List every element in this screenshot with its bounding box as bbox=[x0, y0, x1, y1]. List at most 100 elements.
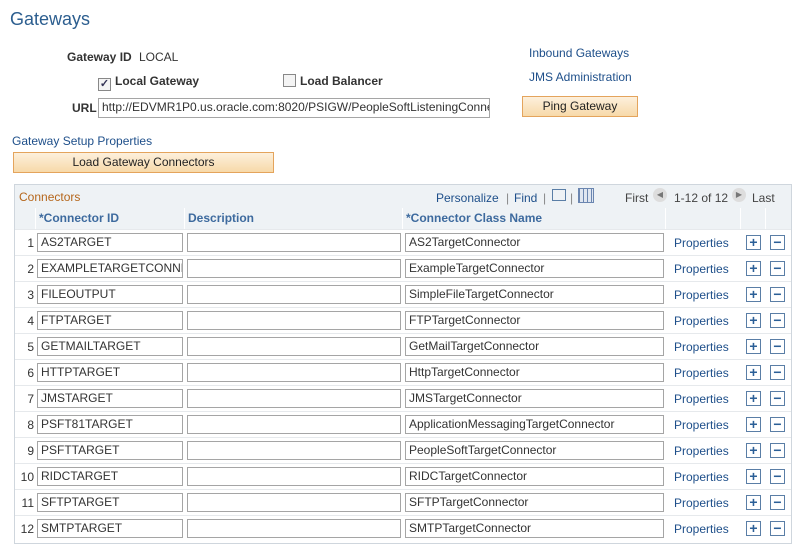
description-input[interactable] bbox=[187, 493, 401, 512]
properties-link[interactable]: Properties bbox=[674, 496, 729, 510]
connector-class-input[interactable]: SimpleFileTargetConnector bbox=[405, 285, 664, 304]
ping-gateway-button[interactable]: Ping Gateway bbox=[522, 96, 638, 117]
table-row: 5 GETMAILTARGET GetMailTargetConnector P… bbox=[15, 333, 791, 360]
connector-id-input[interactable]: JMSTARGET bbox=[37, 389, 183, 408]
delete-row-icon[interactable]: − bbox=[770, 521, 785, 536]
add-row-icon[interactable]: + bbox=[746, 521, 761, 536]
load-balancer-label: Load Balancer bbox=[300, 74, 383, 88]
connector-id-input[interactable]: EXAMPLETARGETCONNECTOR bbox=[37, 259, 183, 278]
description-input[interactable] bbox=[187, 259, 401, 278]
delete-row-icon[interactable]: − bbox=[770, 365, 785, 380]
description-input[interactable] bbox=[187, 389, 401, 408]
description-input[interactable] bbox=[187, 519, 401, 538]
properties-link[interactable]: Properties bbox=[674, 340, 729, 354]
delete-row-icon[interactable]: − bbox=[770, 443, 785, 458]
add-row-icon[interactable]: + bbox=[746, 443, 761, 458]
connector-id-input[interactable]: RIDCTARGET bbox=[37, 467, 183, 486]
row-number: 4 bbox=[27, 314, 34, 328]
connector-class-input[interactable]: PeopleSoftTargetConnector bbox=[405, 441, 664, 460]
description-input[interactable] bbox=[187, 311, 401, 330]
delete-row-icon[interactable]: − bbox=[770, 469, 785, 484]
properties-link[interactable]: Properties bbox=[674, 262, 729, 276]
column-add bbox=[740, 208, 765, 229]
delete-row-icon[interactable]: − bbox=[770, 495, 785, 510]
connector-id-input[interactable]: PSFT81TARGET bbox=[37, 415, 183, 434]
delete-row-icon[interactable]: − bbox=[770, 313, 785, 328]
add-row-icon[interactable]: + bbox=[746, 313, 761, 328]
add-row-icon[interactable]: + bbox=[746, 417, 761, 432]
delete-row-icon[interactable]: − bbox=[770, 391, 785, 406]
connector-class-input[interactable]: SFTPTargetConnector bbox=[405, 493, 664, 512]
description-input[interactable] bbox=[187, 285, 401, 304]
row-number: 12 bbox=[20, 522, 34, 536]
connector-class-input[interactable]: RIDCTargetConnector bbox=[405, 467, 664, 486]
connector-id-input[interactable]: GETMAILTARGET bbox=[37, 337, 183, 356]
connector-class-input[interactable]: ApplicationMessagingTargetConnector bbox=[405, 415, 664, 434]
delete-row-icon[interactable]: − bbox=[770, 261, 785, 276]
connector-class-input[interactable]: JMSTargetConnector bbox=[405, 389, 664, 408]
connector-id-input[interactable]: PSFTTARGET bbox=[37, 441, 183, 460]
connector-id-input[interactable]: SMTPTARGET bbox=[37, 519, 183, 538]
description-input[interactable] bbox=[187, 415, 401, 434]
load-balancer-checkbox[interactable]: Load Balancer bbox=[283, 74, 383, 88]
description-input[interactable] bbox=[187, 233, 401, 252]
delete-row-icon[interactable]: − bbox=[770, 235, 785, 250]
view-all-icon[interactable] bbox=[552, 189, 566, 201]
url-input[interactable]: http://EDVMR1P0.us.oracle.com:8020/PSIGW… bbox=[98, 98, 490, 118]
description-input[interactable] bbox=[187, 363, 401, 382]
add-row-icon[interactable]: + bbox=[746, 261, 761, 276]
connector-class-input[interactable]: SMTPTargetConnector bbox=[405, 519, 664, 538]
properties-link[interactable]: Properties bbox=[674, 314, 729, 328]
jms-administration-link[interactable]: JMS Administration bbox=[529, 70, 632, 84]
properties-link[interactable]: Properties bbox=[674, 392, 729, 406]
url-label: URL bbox=[72, 101, 97, 115]
table-row: 7 JMSTARGET JMSTargetConnector Propertie… bbox=[15, 385, 791, 412]
properties-link[interactable]: Properties bbox=[674, 470, 729, 484]
description-input[interactable] bbox=[187, 337, 401, 356]
next-icon[interactable]: ▶ bbox=[732, 188, 746, 202]
add-row-icon[interactable]: + bbox=[746, 339, 761, 354]
properties-link[interactable]: Properties bbox=[674, 288, 729, 302]
connector-id-input[interactable]: SFTPTARGET bbox=[37, 493, 183, 512]
add-row-icon[interactable]: + bbox=[746, 469, 761, 484]
local-gateway-checkbox[interactable]: ✓ Local Gateway bbox=[98, 74, 199, 91]
download-spreadsheet-icon[interactable] bbox=[578, 188, 594, 203]
first-label[interactable]: First bbox=[625, 191, 648, 205]
load-gateway-connectors-button[interactable]: Load Gateway Connectors bbox=[13, 152, 274, 173]
properties-link[interactable]: Properties bbox=[674, 236, 729, 250]
add-row-icon[interactable]: + bbox=[746, 391, 761, 406]
properties-link[interactable]: Properties bbox=[674, 444, 729, 458]
connector-id-input[interactable]: AS2TARGET bbox=[37, 233, 183, 252]
gateway-setup-properties-link[interactable]: Gateway Setup Properties bbox=[12, 134, 152, 148]
add-row-icon[interactable]: + bbox=[746, 495, 761, 510]
connector-class-input[interactable]: FTPTargetConnector bbox=[405, 311, 664, 330]
add-row-icon[interactable]: + bbox=[746, 235, 761, 250]
delete-row-icon[interactable]: − bbox=[770, 417, 785, 432]
connector-id-input[interactable]: HTTPTARGET bbox=[37, 363, 183, 382]
delete-row-icon[interactable]: − bbox=[770, 287, 785, 302]
add-row-icon[interactable]: + bbox=[746, 365, 761, 380]
last-label[interactable]: Last bbox=[752, 191, 775, 205]
connector-class-input[interactable]: GetMailTargetConnector bbox=[405, 337, 664, 356]
connector-id-input[interactable]: FTPTARGET bbox=[37, 311, 183, 330]
description-input[interactable] bbox=[187, 467, 401, 486]
connector-id-input[interactable]: FILEOUTPUT bbox=[37, 285, 183, 304]
previous-icon[interactable]: ◀ bbox=[653, 188, 667, 202]
grid-header: Connectors Personalize | Find | | First … bbox=[15, 185, 791, 208]
connector-class-input[interactable]: AS2TargetConnector bbox=[405, 233, 664, 252]
connector-class-input[interactable]: ExampleTargetConnector bbox=[405, 259, 664, 278]
checkbox-checked-icon[interactable]: ✓ bbox=[98, 78, 111, 91]
add-row-icon[interactable]: + bbox=[746, 287, 761, 302]
checkbox-unchecked-icon[interactable] bbox=[283, 74, 296, 87]
personalize-link[interactable]: Personalize bbox=[436, 191, 499, 205]
delete-row-icon[interactable]: − bbox=[770, 339, 785, 354]
connector-class-input[interactable]: HttpTargetConnector bbox=[405, 363, 664, 382]
properties-link[interactable]: Properties bbox=[674, 522, 729, 536]
inbound-gateways-link[interactable]: Inbound Gateways bbox=[529, 46, 629, 60]
properties-link[interactable]: Properties bbox=[674, 418, 729, 432]
separator: | bbox=[543, 191, 547, 205]
properties-link[interactable]: Properties bbox=[674, 366, 729, 380]
connectors-grid: Connectors Personalize | Find | | First … bbox=[14, 184, 792, 544]
find-link[interactable]: Find bbox=[514, 191, 537, 205]
description-input[interactable] bbox=[187, 441, 401, 460]
